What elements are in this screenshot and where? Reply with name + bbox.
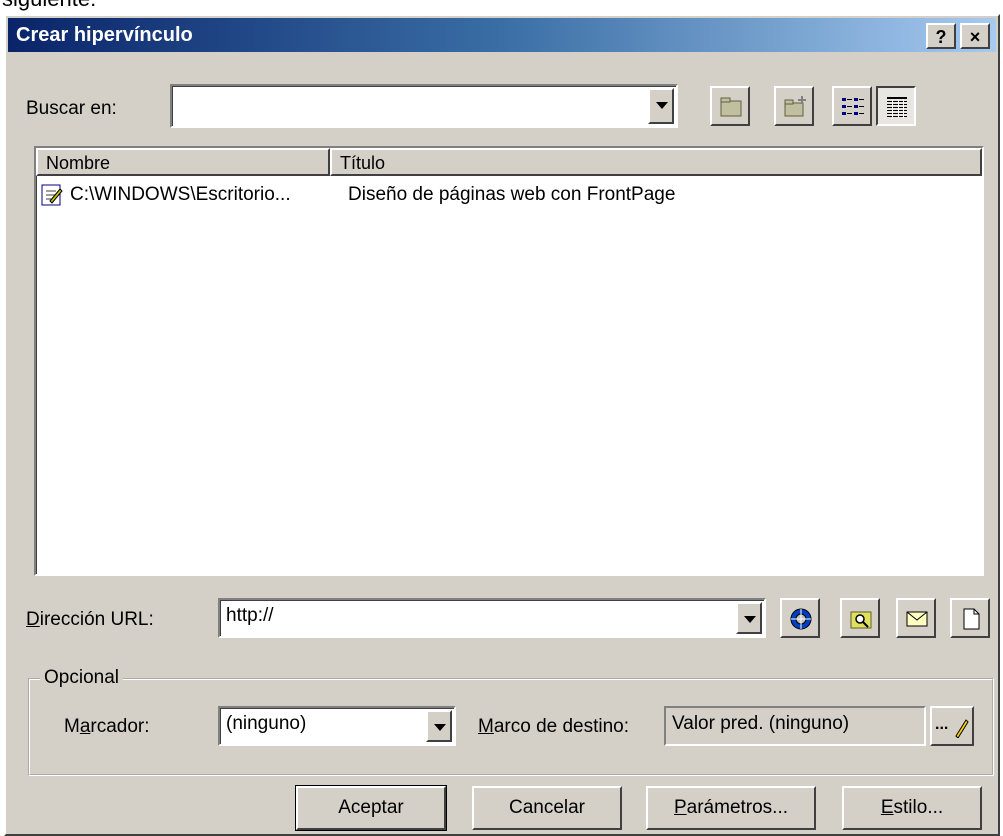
look-in-label: Buscar en: <box>26 98 117 119</box>
url-input[interactable]: http:// <box>226 600 274 632</box>
url-label-text: irección URL: <box>39 609 154 630</box>
accept-button[interactable]: Aceptar <box>295 785 447 831</box>
file-list[interactable]: Nombre Título C:\WINDOWS\Escritorio... D… <box>34 146 984 576</box>
new-folder-icon[interactable] <box>774 86 814 126</box>
up-folder-icon[interactable] <box>710 86 750 126</box>
dialog-title: Crear hipervínculo <box>16 24 193 46</box>
url-dropdown-button[interactable] <box>736 602 762 634</box>
url-label: Dirección URL: <box>26 609 154 631</box>
bookmark-dropdown-button[interactable] <box>426 710 452 742</box>
details-view-icon[interactable] <box>876 86 916 126</box>
optional-group-label: Opcional <box>40 667 123 689</box>
file-title: Diseño de páginas web con FrontPage <box>348 184 676 205</box>
list-view-icon[interactable] <box>832 86 872 126</box>
bookmark-label: Marcador: <box>64 716 150 738</box>
cancel-button[interactable]: Cancelar <box>472 786 622 830</box>
bookmark-label-start: M <box>64 716 80 737</box>
file-name: C:\WINDOWS\Escritorio... <box>70 184 291 205</box>
top-caption: siguiente: <box>2 0 96 12</box>
look-in-combobox[interactable] <box>170 84 678 128</box>
help-button[interactable]: ? <box>926 23 956 49</box>
target-frame-edit-label: ... <box>935 716 949 733</box>
create-hyperlink-dialog: Crear hipervínculo ? × Buscar en: Nombre… <box>4 14 1000 836</box>
new-page-icon[interactable] <box>950 598 990 638</box>
target-frame-label-text: arco de destino: <box>493 716 630 737</box>
target-frame-value: Valor pred. (ninguno) <box>672 713 850 734</box>
close-button[interactable]: × <box>960 23 990 49</box>
bookmark-label-accel: a <box>79 716 91 737</box>
target-frame-field: Valor pred. (ninguno) <box>664 706 926 746</box>
title-bar: Crear hipervínculo ? × <box>8 18 996 52</box>
bookmark-value: (ninguno) <box>226 713 307 734</box>
column-header-title[interactable]: Título <box>330 148 982 176</box>
style-button[interactable]: Estilo... <box>842 786 982 830</box>
url-label-accel: D <box>26 609 40 630</box>
file-search-icon[interactable] <box>840 598 880 638</box>
look-in-dropdown-button[interactable] <box>648 88 674 124</box>
style-button-accel: E <box>880 797 894 818</box>
url-combobox[interactable]: http:// <box>218 598 766 638</box>
html-file-icon <box>40 183 64 207</box>
bookmark-label-end: rcador: <box>90 716 150 737</box>
target-frame-label-accel: M <box>478 716 494 737</box>
target-frame-edit-button[interactable]: ... <box>930 706 974 746</box>
web-browse-icon[interactable] <box>780 598 820 638</box>
pencil-icon <box>955 719 969 738</box>
parameters-button-accel: P <box>673 797 687 818</box>
bookmark-combobox[interactable]: (ninguno) <box>218 706 456 746</box>
target-frame-label: Marco de destino: <box>478 716 629 738</box>
parameters-button[interactable]: Parámetros... <box>646 786 816 830</box>
style-button-text: stilo... <box>893 797 944 818</box>
email-icon[interactable] <box>896 598 936 638</box>
column-header-name[interactable]: Nombre <box>36 148 330 176</box>
list-item[interactable]: C:\WINDOWS\Escritorio... Diseño de págin… <box>40 180 980 210</box>
parameters-button-text: arámetros... <box>686 797 789 818</box>
